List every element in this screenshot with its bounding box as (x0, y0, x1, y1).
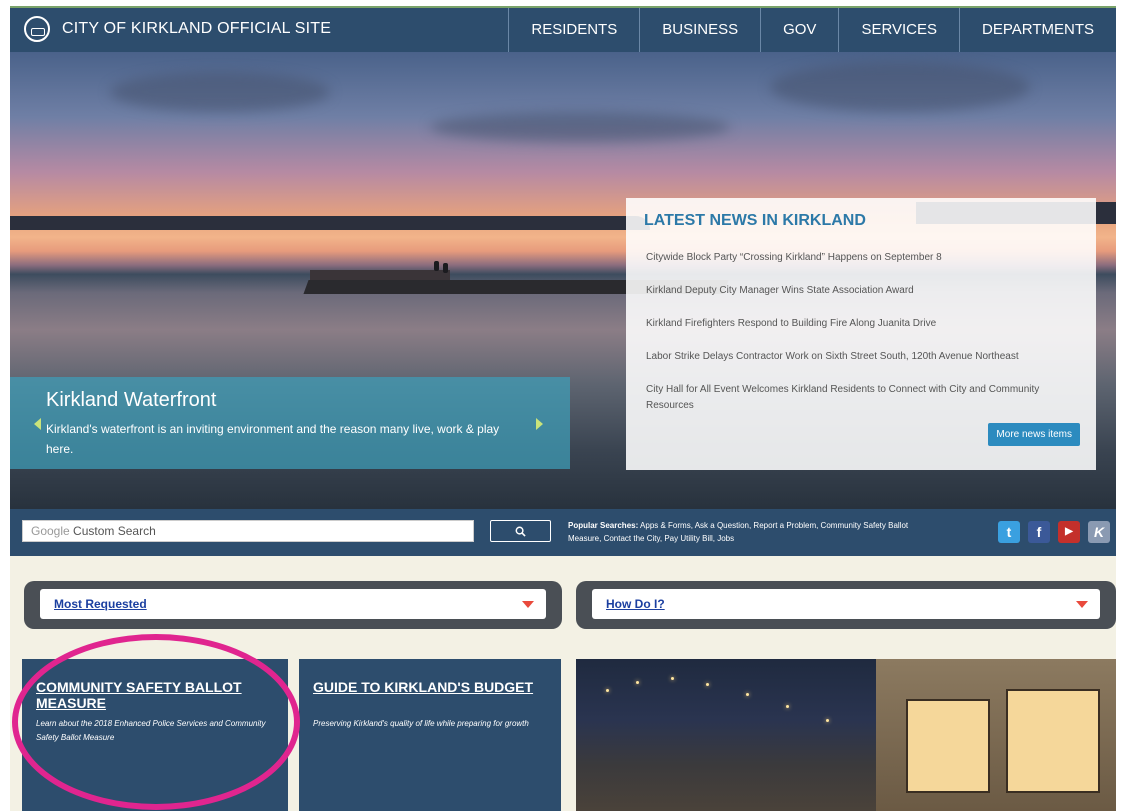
string-light (786, 705, 789, 708)
most-requested-dropdown[interactable]: Most Requested (40, 589, 546, 619)
person-silhouette (443, 263, 448, 273)
main-nav: RESIDENTS BUSINESS GOV SERVICES DEPARTME… (508, 8, 1116, 52)
news-item[interactable]: Citywide Block Party “Crossing Kirkland”… (646, 250, 1086, 266)
string-light (636, 681, 639, 684)
string-light (746, 693, 749, 696)
nav-business[interactable]: BUSINESS (639, 8, 760, 52)
string-light (606, 689, 609, 692)
slide-description: Kirkland's waterfront is an inviting env… (46, 422, 500, 456)
string-light (826, 719, 829, 722)
youtube-icon[interactable]: ▶ (1058, 521, 1080, 543)
string-light (671, 677, 674, 680)
page-frame: CITY OF KIRKLAND OFFICIAL SITE RESIDENTS… (10, 6, 1116, 811)
tile-title[interactable]: COMMUNITY SAFETY BALLOT MEASURE (36, 679, 272, 711)
news-item[interactable]: Labor Strike Delays Contractor Work on S… (646, 349, 1086, 365)
tile-description: Preserving Kirkland's quality of life wh… (313, 719, 529, 728)
tile-community-safety[interactable]: COMMUNITY SAFETY BALLOT MEASURE Learn ab… (22, 659, 288, 811)
shop-window (1006, 689, 1100, 793)
search-input[interactable]: Google Custom Search (22, 520, 474, 542)
slide-title[interactable]: Kirkland Waterfront (46, 389, 216, 412)
nav-departments[interactable]: DEPARTMENTS (959, 8, 1116, 52)
person-silhouette (434, 261, 439, 271)
cloud-shape (770, 62, 1030, 112)
cloud-shape (430, 112, 730, 142)
more-news-button[interactable]: More news items (988, 423, 1080, 446)
twitter-icon[interactable]: t (998, 521, 1020, 543)
next-slide-arrow-icon[interactable] (536, 418, 543, 430)
most-requested-label[interactable]: Most Requested (54, 597, 147, 611)
search-placeholder: Custom Search (73, 524, 156, 538)
most-requested-panel: Most Requested (24, 581, 562, 629)
news-list: Citywide Block Party “Crossing Kirkland”… (646, 250, 1086, 431)
search-icon (515, 526, 526, 537)
news-item[interactable]: City Hall for All Event Welcomes Kirklan… (646, 382, 1086, 414)
search-button[interactable] (490, 520, 551, 542)
news-item[interactable]: Kirkland Firefighters Respond to Buildin… (646, 316, 1086, 332)
feature-photo[interactable] (576, 659, 1116, 811)
kirkland-icon[interactable]: K (1088, 521, 1110, 543)
popular-label: Popular Searches: (568, 521, 639, 530)
string-light (706, 683, 709, 686)
storefront-shape (876, 659, 1116, 811)
how-do-i-panel: How Do I? (576, 581, 1116, 629)
how-do-i-dropdown[interactable]: How Do I? (592, 589, 1100, 619)
nav-services[interactable]: SERVICES (838, 8, 959, 52)
social-links: t f ▶ K (998, 521, 1110, 543)
slide-caption: Kirkland Waterfront Kirkland's waterfron… (10, 377, 570, 469)
cloud-shape (110, 72, 330, 112)
search-brand: Google (31, 524, 70, 538)
nav-residents[interactable]: RESIDENTS (508, 8, 639, 52)
caret-down-icon[interactable] (1076, 601, 1088, 608)
hero-slideshow: Kirkland Waterfront Kirkland's waterfron… (10, 52, 1116, 515)
news-item[interactable]: Kirkland Deputy City Manager Wins State … (646, 283, 1086, 299)
city-seal-icon[interactable] (24, 16, 50, 42)
shop-window (906, 699, 990, 793)
latest-news-panel: LATEST NEWS IN KIRKLAND Citywide Block P… (626, 198, 1096, 470)
caret-down-icon[interactable] (522, 601, 534, 608)
how-do-i-label[interactable]: How Do I? (606, 597, 665, 611)
tile-budget-guide[interactable]: GUIDE TO KIRKLAND'S BUDGET Preserving Ki… (299, 659, 561, 811)
tile-description: Learn about the 2018 Enhanced Police Ser… (36, 719, 266, 742)
shoreline-shape (10, 216, 650, 230)
facebook-icon[interactable]: f (1028, 521, 1050, 543)
top-nav-bar: CITY OF KIRKLAND OFFICIAL SITE RESIDENTS… (10, 6, 1116, 52)
news-heading: LATEST NEWS IN KIRKLAND (644, 212, 866, 229)
nav-gov[interactable]: GOV (760, 8, 838, 52)
prev-slide-arrow-icon[interactable] (34, 418, 41, 430)
site-title[interactable]: CITY OF KIRKLAND OFFICIAL SITE (62, 20, 331, 38)
pier-shape (310, 270, 450, 280)
search-bar: Google Custom Search Popular Searches: A… (10, 509, 1116, 556)
tile-title[interactable]: GUIDE TO KIRKLAND'S BUDGET (313, 679, 549, 695)
popular-searches: Popular Searches: Apps & Forms, Ask a Qu… (568, 519, 928, 545)
